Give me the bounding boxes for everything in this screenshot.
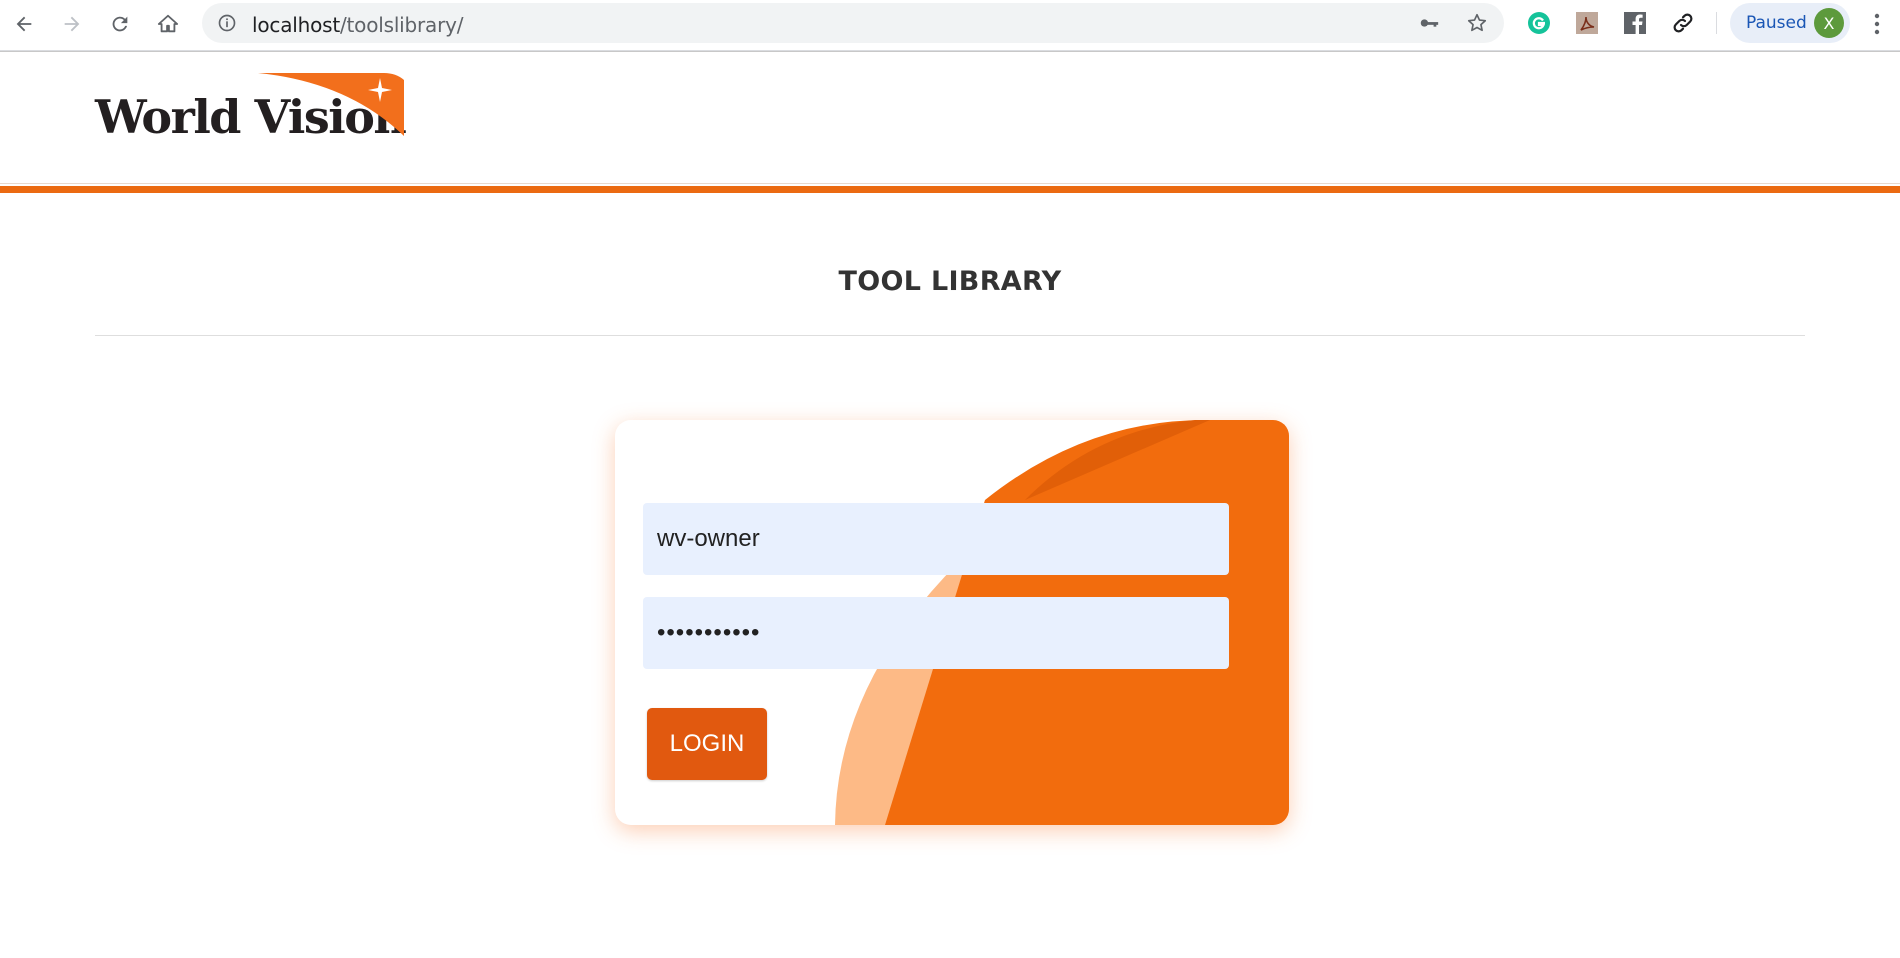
home-icon: [157, 14, 179, 33]
reload-button[interactable]: [103, 7, 137, 41]
link-extension[interactable]: [1670, 10, 1696, 36]
header-orange-bar: [0, 186, 1900, 193]
password-key-button[interactable]: [1412, 6, 1446, 40]
url-path: /toolslibrary/: [339, 13, 464, 37]
login-button[interactable]: LOGIN: [647, 708, 767, 780]
profile-button[interactable]: Paused X: [1730, 3, 1850, 43]
link-icon: [1673, 13, 1693, 33]
page-title: TOOL LIBRARY: [838, 266, 1062, 297]
acrobat-extension[interactable]: [1574, 10, 1600, 36]
menu-icon: [1874, 13, 1880, 35]
grammarly-icon: [1528, 12, 1550, 34]
address-bar[interactable]: localhost/toolslibrary/: [202, 3, 1504, 43]
back-icon: [16, 16, 32, 32]
back-button[interactable]: [7, 7, 41, 41]
forward-button[interactable]: [55, 7, 89, 41]
world-vision-logo[interactable]: World Vision: [95, 72, 407, 144]
login-card: LOGIN: [615, 420, 1289, 825]
bookmark-star-button[interactable]: [1460, 6, 1494, 40]
browser-toolbar: localhost/toolslibrary/ Paused X: [0, 0, 1900, 51]
title-divider: [95, 335, 1805, 336]
key-icon: [1420, 19, 1439, 27]
star-icon: [1467, 13, 1487, 32]
profile-status: Paused: [1746, 13, 1807, 33]
facebook-extension[interactable]: [1622, 10, 1648, 36]
url-host: localhost: [252, 13, 340, 37]
info-icon: [218, 14, 236, 32]
url-text: localhost/toolslibrary/: [252, 13, 464, 37]
browser-menu-button[interactable]: [1860, 7, 1894, 41]
avatar: X: [1814, 8, 1844, 38]
toolbar-divider: [1716, 12, 1717, 34]
facebook-icon: [1624, 12, 1646, 34]
home-button[interactable]: [151, 7, 185, 41]
password-input[interactable]: [643, 597, 1229, 669]
forward-icon: [64, 16, 80, 32]
acrobat-icon: [1576, 12, 1598, 34]
username-input[interactable]: [643, 503, 1229, 575]
header-divider-thin: [0, 183, 1900, 184]
grammarly-extension[interactable]: [1526, 10, 1552, 36]
reload-icon: [112, 16, 128, 32]
logo-arc-icon: [258, 73, 404, 136]
